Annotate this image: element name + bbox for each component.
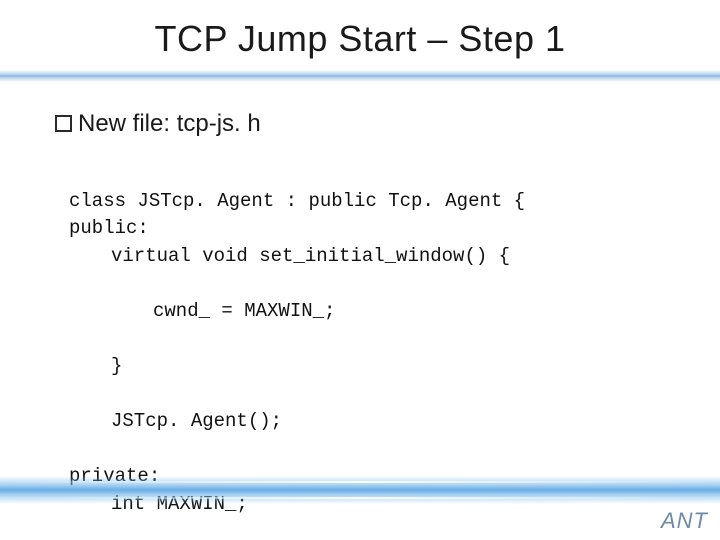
square-bullet-icon: [55, 115, 72, 132]
slide-content: New file: tcp-js. h class JSTcp. Agent :…: [0, 82, 720, 540]
logo-text: ANT: [661, 508, 708, 534]
code-line: public:: [69, 217, 149, 239]
code-line: cwnd_ = MAXWIN_;: [69, 298, 665, 326]
bullet-item: New file: tcp-js. h: [55, 110, 665, 138]
slide-title-area: TCP Jump Start – Step 1: [0, 0, 720, 82]
code-line: }: [69, 353, 665, 381]
footer-decoration: [0, 476, 720, 504]
code-line: class JSTcp. Agent : public Tcp. Agent {: [69, 190, 525, 212]
slide-title: TCP Jump Start – Step 1: [0, 18, 720, 60]
bullet-text: New file: tcp-js. h: [78, 110, 261, 138]
code-line: virtual void set_initial_window() {: [69, 243, 665, 271]
code-line: JSTcp. Agent();: [69, 408, 665, 436]
title-underline-decoration: [0, 70, 720, 82]
